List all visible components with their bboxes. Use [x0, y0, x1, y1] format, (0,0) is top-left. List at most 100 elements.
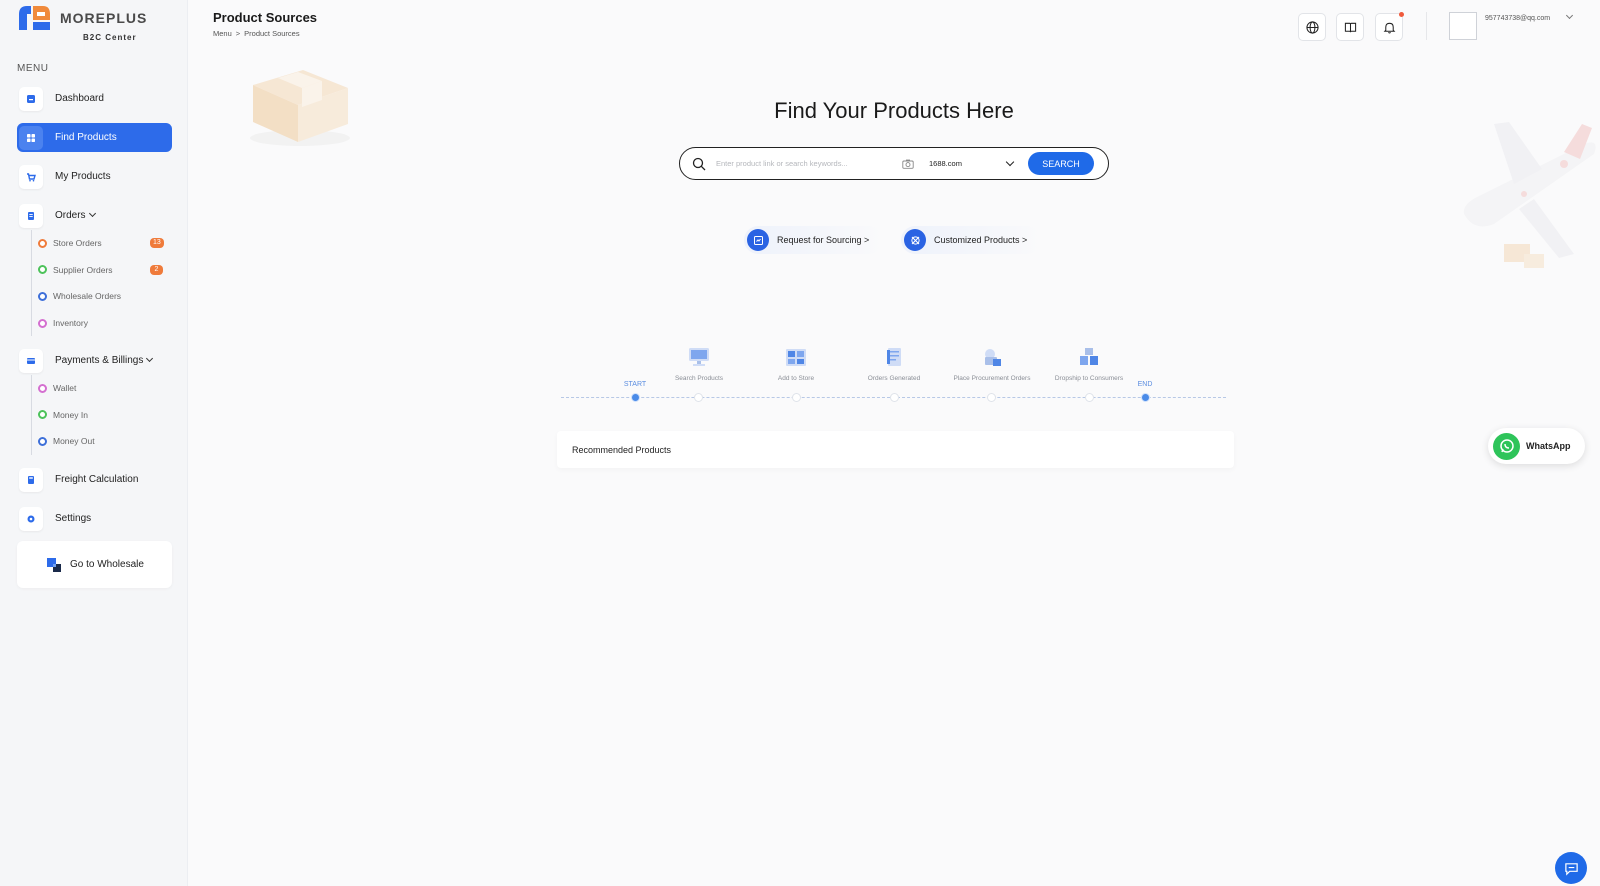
customized-products-link[interactable]: Customized Products >	[901, 226, 1042, 254]
customized-products-label: Customized Products >	[934, 235, 1028, 245]
page-title: Product Sources	[213, 10, 318, 25]
breadcrumb-menu[interactable]: Menu	[213, 29, 232, 38]
request-for-sourcing-link[interactable]: Request for Sourcing >	[744, 226, 884, 254]
globe-icon	[1305, 20, 1319, 34]
timeline-step-label: Search Products	[674, 375, 724, 382]
grid-icon	[19, 125, 43, 150]
timeline-step-add-to-store: Add to Store	[741, 347, 851, 382]
status-dot-icon	[38, 383, 47, 393]
chat-icon	[1564, 862, 1578, 876]
source-site-select[interactable]: 1688.com	[929, 157, 1015, 168]
store-icon	[786, 349, 806, 366]
status-dot-icon	[38, 238, 47, 248]
boxes-icon	[1080, 348, 1098, 365]
chevron-down-icon	[88, 209, 96, 218]
sidebar: MOREPLUS B2C Center MENU Dashboard Find …	[0, 0, 188, 886]
search-bar: 1688.com SEARCH	[679, 147, 1109, 180]
sidebar-item-my-products[interactable]: My Products	[17, 162, 172, 191]
status-dot-icon	[38, 436, 47, 446]
whatsapp-label: WhatsApp	[1526, 441, 1571, 451]
recommended-products-title: Recommended Products	[572, 444, 672, 455]
sidebar-subitem-wallet[interactable]: Wallet	[32, 375, 95, 402]
sidebar-item-settings[interactable]: Settings	[17, 504, 172, 533]
status-dot-icon	[38, 265, 47, 275]
sidebar-item-find-products[interactable]: Find Products	[17, 123, 172, 152]
avatar[interactable]	[1449, 12, 1477, 40]
source-site-value: 1688.com	[929, 159, 962, 168]
go-to-wholesale-label: Go to Wholesale	[70, 559, 144, 570]
gear-icon	[19, 506, 43, 531]
brand-name: MOREPLUS	[60, 10, 148, 26]
wholesale-icon	[47, 557, 61, 572]
whatsapp-button[interactable]: WhatsApp	[1488, 428, 1585, 464]
timeline-start-node	[631, 393, 640, 402]
guide-button[interactable]	[1336, 13, 1364, 41]
subitem-label: Wholesale Orders	[53, 291, 122, 302]
brand-subtitle: B2C Center	[83, 33, 137, 42]
chat-support-button[interactable]	[1555, 852, 1587, 884]
timeline-node	[694, 393, 703, 402]
timeline-end-node	[1141, 393, 1150, 402]
timeline-step-search-products: Search Products	[644, 347, 754, 382]
user-email[interactable]: 957743738@qq.com	[1485, 15, 1550, 22]
search-icon	[692, 157, 706, 170]
customize-icon	[904, 229, 926, 251]
sidebar-item-label: Find Products	[55, 132, 117, 143]
timeline-step-label: Dropship to Consumers	[1054, 375, 1124, 382]
breadcrumb-separator: >	[235, 29, 241, 38]
timeline-node	[1085, 393, 1094, 402]
status-dot-icon	[38, 318, 47, 328]
hero-title: Find Your Products Here	[0, 98, 1600, 124]
subitem-label: Inventory	[53, 318, 88, 329]
timeline-end-label: END	[1137, 381, 1153, 388]
timeline-step-orders-generated: Orders Generated	[839, 347, 949, 382]
language-button[interactable]	[1298, 13, 1326, 41]
recommended-products-panel: Recommended Products	[557, 431, 1234, 468]
monitor-icon	[689, 348, 709, 366]
sidebar-item-label: Settings	[55, 513, 92, 524]
breadcrumb: Menu > Product Sources	[213, 29, 300, 38]
count-badge: 13	[150, 238, 164, 248]
notifications-button[interactable]	[1375, 12, 1404, 41]
chevron-down-icon	[146, 354, 154, 363]
timeline-start-label: START	[623, 381, 647, 388]
moreplus-logo-icon	[19, 6, 50, 30]
search-button[interactable]: SEARCH	[1028, 152, 1094, 175]
sidebar-subitem-inventory[interactable]: Inventory	[32, 310, 121, 337]
camera-icon[interactable]	[902, 159, 914, 169]
chevron-down-icon	[1005, 157, 1015, 166]
sidebar-subitem-money-in[interactable]: Money In	[32, 402, 95, 429]
airplane-illustration	[1463, 122, 1596, 268]
payments-submenu: Wallet Money In Money Out	[31, 375, 95, 455]
subitem-label: Store Orders	[53, 238, 102, 249]
subitem-label: Money Out	[53, 436, 95, 447]
sidebar-subitem-wholesale-orders[interactable]: Wholesale Orders	[32, 283, 121, 310]
sidebar-subitem-store-orders[interactable]: Store Orders 13	[32, 230, 164, 257]
whatsapp-icon	[1493, 432, 1520, 460]
timeline-node	[987, 393, 996, 402]
card-icon	[19, 348, 43, 373]
sidebar-subitem-supplier-orders[interactable]: Supplier Orders 2	[32, 257, 163, 284]
brand-logo[interactable]: MOREPLUS B2C Center	[17, 4, 167, 44]
timeline-step-dropship-to-consumers: Dropship to Consumers	[1034, 347, 1144, 382]
timeline-step-label: Add to Store	[777, 375, 815, 382]
document-icon	[887, 348, 901, 366]
subitem-label: Supplier Orders	[53, 264, 113, 275]
timeline-step-place-procurement-orders: Place Procurement Orders	[937, 347, 1047, 382]
timeline-step-label: Place Procurement Orders	[953, 375, 1031, 382]
sidebar-item-payments-billings[interactable]: Payments & Billings	[17, 346, 172, 375]
subitem-label: Money In	[53, 409, 88, 420]
timeline-step-label: Orders Generated	[867, 375, 921, 382]
subitem-label: Wallet	[53, 383, 77, 394]
user-menu-chevron-icon[interactable]	[1565, 11, 1574, 20]
search-input[interactable]	[716, 159, 896, 168]
bell-icon	[1383, 22, 1395, 33]
sidebar-item-orders[interactable]: Orders	[17, 201, 172, 230]
timeline-node	[890, 393, 899, 402]
notification-dot	[1399, 12, 1404, 17]
sidebar-item-freight-calculation[interactable]: Freight Calculation	[17, 465, 172, 494]
hero-title-text: Find Your Products Here	[774, 98, 1014, 123]
go-to-wholesale-button[interactable]: Go to Wholesale	[17, 541, 172, 588]
sidebar-subitem-money-out[interactable]: Money Out	[32, 428, 95, 455]
orders-submenu: Store Orders 13 Supplier Orders 2 Wholes…	[31, 230, 164, 337]
